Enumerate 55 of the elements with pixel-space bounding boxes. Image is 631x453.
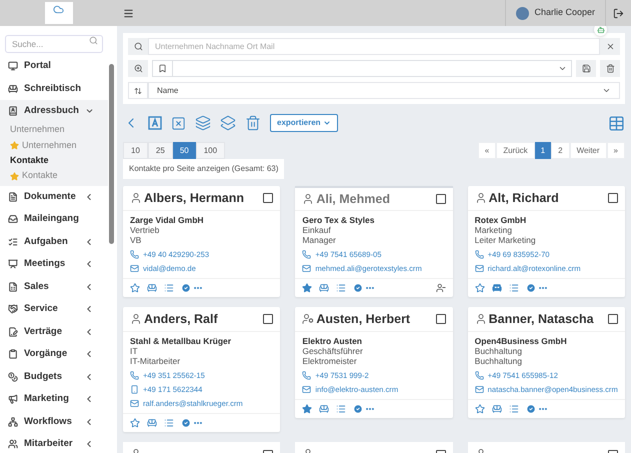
company-name: Open4Business GmbH (474, 336, 568, 346)
company-name: Stahl & Metallbau Krüger (130, 336, 232, 346)
user-name[interactable]: Charlie Cooper (534, 6, 595, 20)
position-text: Buchhaltung (474, 356, 523, 366)
sidebar-item[interactable]: Maileingang (0, 208, 108, 231)
pagination-button[interactable]: 2 (551, 142, 570, 159)
search-field[interactable]: Unternehmen Nachname Ort Mail (148, 38, 600, 55)
position-text: Leiter Marketing (474, 235, 537, 245)
sidebar-item[interactable]: Vorgänge (0, 343, 108, 366)
sidebar-item[interactable]: Meetings (0, 253, 108, 276)
sidebar-item[interactable]: Budgets (0, 366, 108, 388)
department-text: Einkauf (302, 225, 332, 235)
department-text: Buchhaltung (474, 346, 523, 356)
sidebar-item[interactable]: Marketing (0, 388, 108, 411)
department-text: Marketing (474, 225, 513, 235)
sidebar-item[interactable]: Mitarbeiter (0, 433, 108, 453)
company-name: Zarge Vidal GmbH (130, 215, 205, 225)
pagination-button[interactable]: Weiter (570, 142, 607, 159)
department-text: IT (130, 346, 139, 356)
contact-name[interactable]: Albers, Hermann (144, 188, 264, 208)
sort-select[interactable]: Name (148, 82, 620, 99)
sidebar-item[interactable]: Dokumente (0, 186, 108, 208)
sidebar-item[interactable]: Portal (0, 55, 108, 78)
sidebar-item[interactable]: Workflows (0, 410, 108, 434)
contact-name[interactable]: Austen, Herbert (316, 310, 436, 328)
page-size-info: Kontakte pro Seite anzeigen (Gesamt: 63) (123, 159, 284, 179)
contact-name[interactable]: Alt, Richard (488, 188, 608, 208)
page-size-option[interactable]: 25 (148, 142, 173, 159)
company-name: Rotex GmbH (474, 215, 528, 225)
department-text: Vertrieb (130, 225, 160, 235)
position-text: VB (130, 235, 142, 245)
sidebar-item[interactable]: Aufgaben (0, 230, 108, 254)
sidebar-search-field[interactable]: Suche... (5, 35, 103, 53)
page-size-option[interactable]: 50 (172, 142, 196, 159)
department-text: Geschäftsführer (302, 346, 364, 356)
position-text: IT-Mitarbeiter (130, 356, 182, 366)
company-name: Gero Tex & Styles (302, 215, 376, 225)
export-button[interactable]: exportieren (270, 114, 338, 132)
sidebar-item[interactable]: Service (0, 298, 108, 321)
pagination-button[interactable]: « (478, 142, 496, 159)
sidebar-item[interactable]: Schreibtisch (0, 78, 108, 100)
sidebar-item[interactable]: Sales (0, 276, 108, 298)
submenu-item[interactable]: Kontakte (0, 153, 108, 168)
pagination-button[interactable]: 1 (534, 142, 552, 159)
contact-name[interactable]: Anders, Ralf (144, 310, 264, 328)
contact-name[interactable]: Ali, Mehmed (316, 190, 436, 208)
page-size-option[interactable]: 10 (123, 142, 148, 159)
pagination-button[interactable]: Zurück (496, 142, 535, 159)
page-size-option[interactable]: 100 (196, 142, 226, 159)
contact-name[interactable]: Banner, Natascha (488, 310, 608, 328)
sidebar-item[interactable]: Verträge (0, 320, 108, 344)
position-text: Manager (302, 235, 337, 245)
company-name: Elektro Austen (302, 336, 363, 346)
pagination-button[interactable]: » (606, 142, 625, 159)
position-text: Elektromeister (302, 356, 358, 366)
